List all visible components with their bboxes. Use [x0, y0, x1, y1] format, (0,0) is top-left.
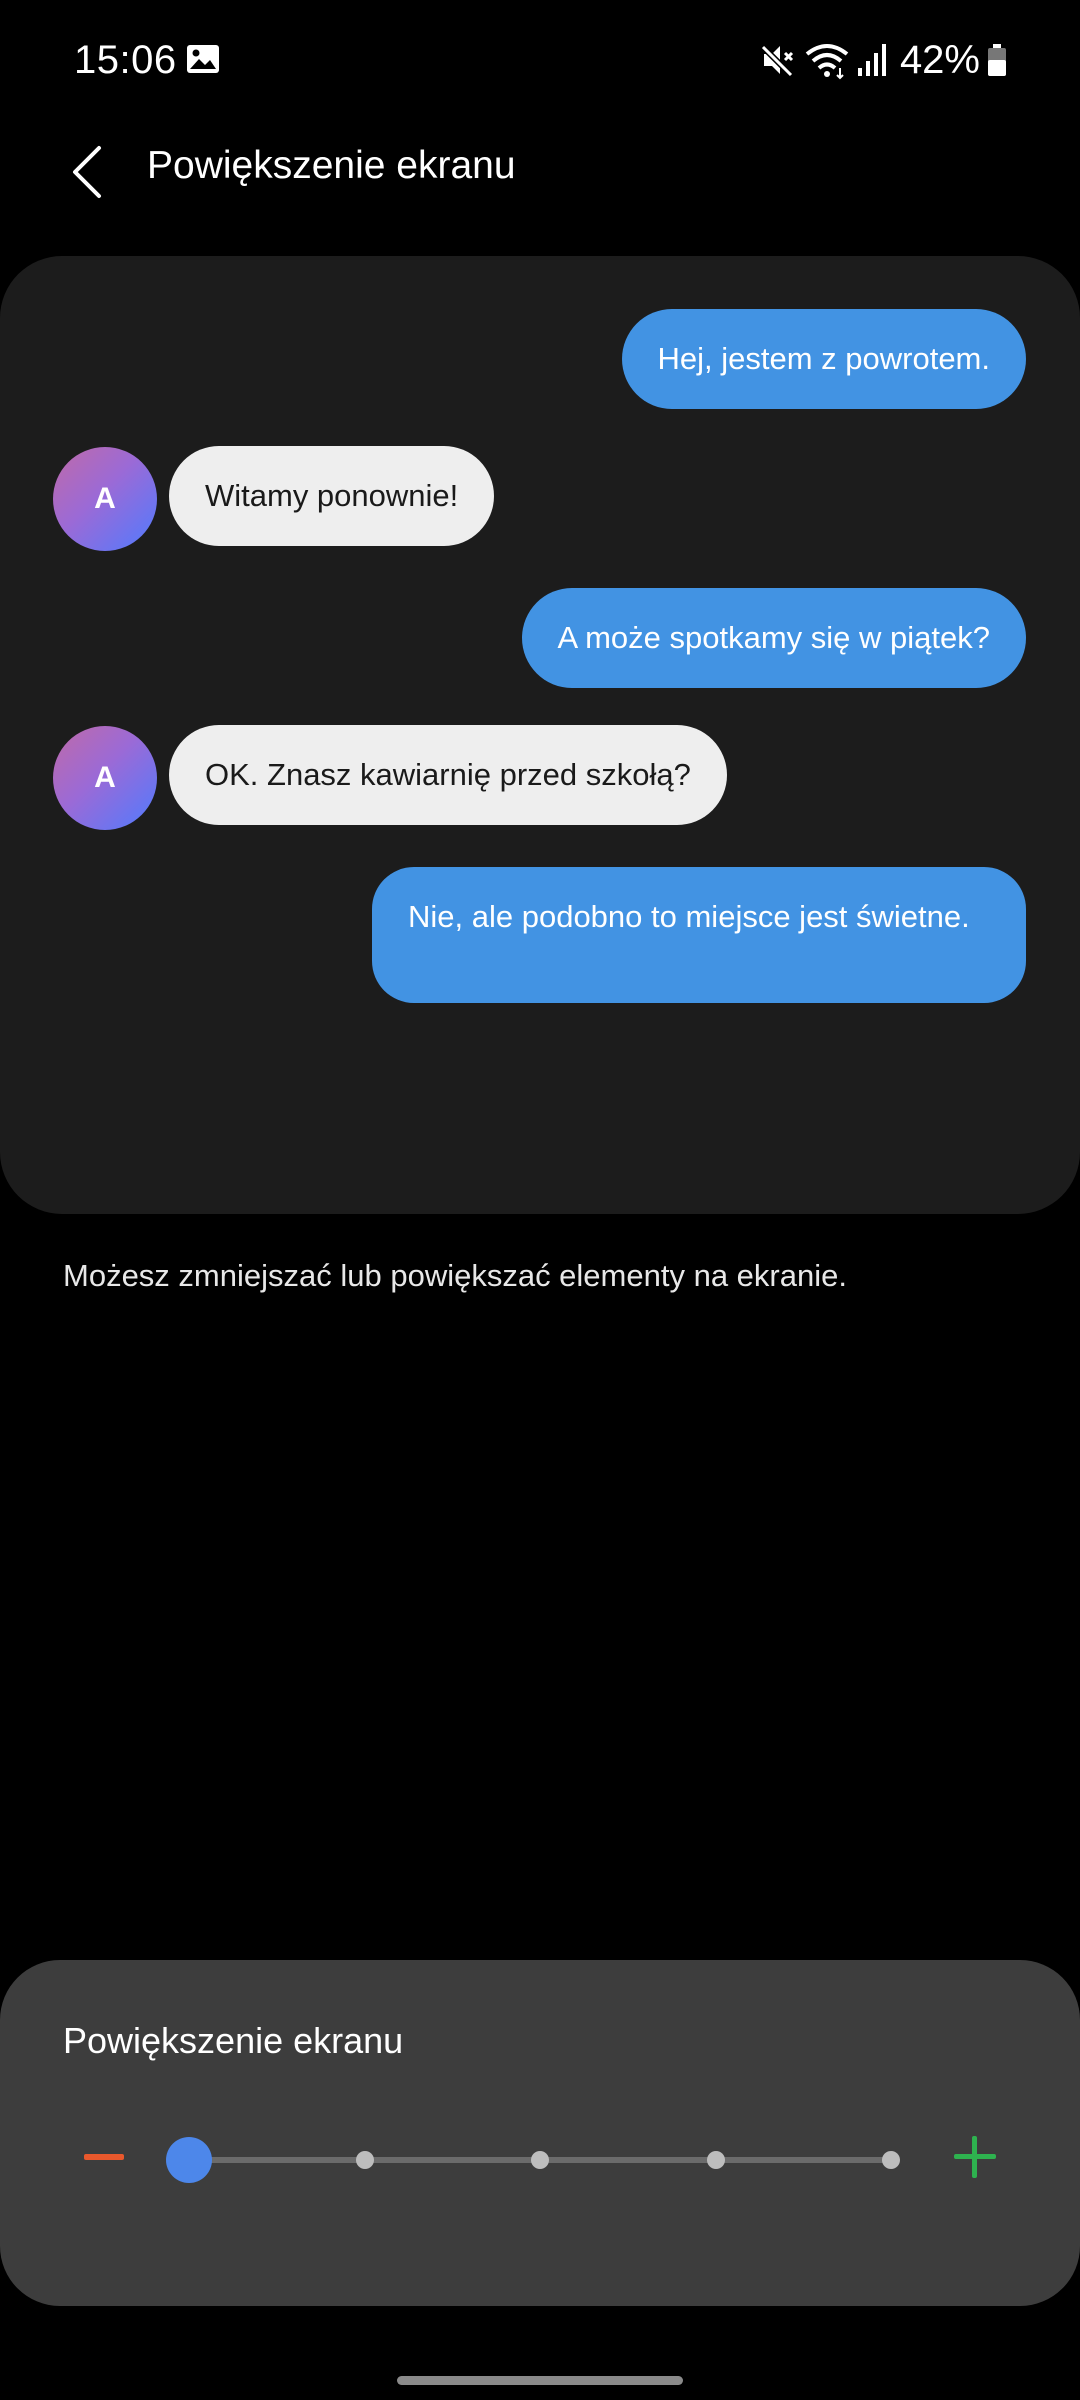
zoom-slider-thumb[interactable] — [166, 2137, 212, 2183]
zoom-step-dot[interactable] — [531, 2151, 549, 2169]
message-bubble-outgoing: Hej, jestem z powrotem. — [621, 309, 1026, 409]
status-time: 15:06 — [74, 38, 177, 82]
avatar: A — [53, 726, 157, 830]
zoom-step-dot[interactable] — [706, 2151, 725, 2169]
avatar: A — [53, 447, 157, 551]
wifi-icon — [805, 44, 849, 80]
zoom-step-dot[interactable] — [355, 2151, 374, 2169]
message-bubble-incoming: Witamy ponownie! — [169, 446, 495, 546]
status-icons: 42% — [758, 36, 1008, 84]
signal-icon — [857, 44, 886, 76]
message-bubble-incoming: OK. Znasz kawiarnię przed szkołą? — [169, 725, 727, 825]
mute-icon — [759, 43, 795, 79]
back-button[interactable] — [54, 134, 118, 210]
zoom-in-button[interactable] — [954, 2136, 996, 2178]
zoom-description: Możesz zmniejszać lub powiększać element… — [63, 1258, 847, 1293]
battery-percentage: 42% — [899, 37, 980, 82]
back-arrow-icon — [73, 146, 101, 198]
preview-card: Hej, jestem z powrotem. A Witamy ponowni… — [0, 256, 1080, 1214]
home-indicator — [397, 2376, 683, 2385]
gallery-notification-icon — [187, 45, 219, 73]
zoom-step-dot[interactable] — [882, 2151, 900, 2169]
battery-icon — [988, 44, 1006, 76]
zoom-panel-title: Powiększenie ekranu — [63, 2020, 404, 2061]
message-bubble-outgoing: A może spotkamy się w piątek? — [521, 588, 1026, 688]
page-title: Powiększenie ekranu — [147, 144, 516, 187]
message-bubble-outgoing: Nie, ale podobno to miejsce jest świetne… — [372, 867, 1026, 1003]
status-bar: 15:06 42% — [0, 0, 1080, 122]
zoom-panel: Powiększenie ekranu — [0, 1960, 1080, 2306]
zoom-out-button[interactable] — [84, 2154, 124, 2160]
app-header: Powiększenie ekranu — [0, 122, 1080, 272]
